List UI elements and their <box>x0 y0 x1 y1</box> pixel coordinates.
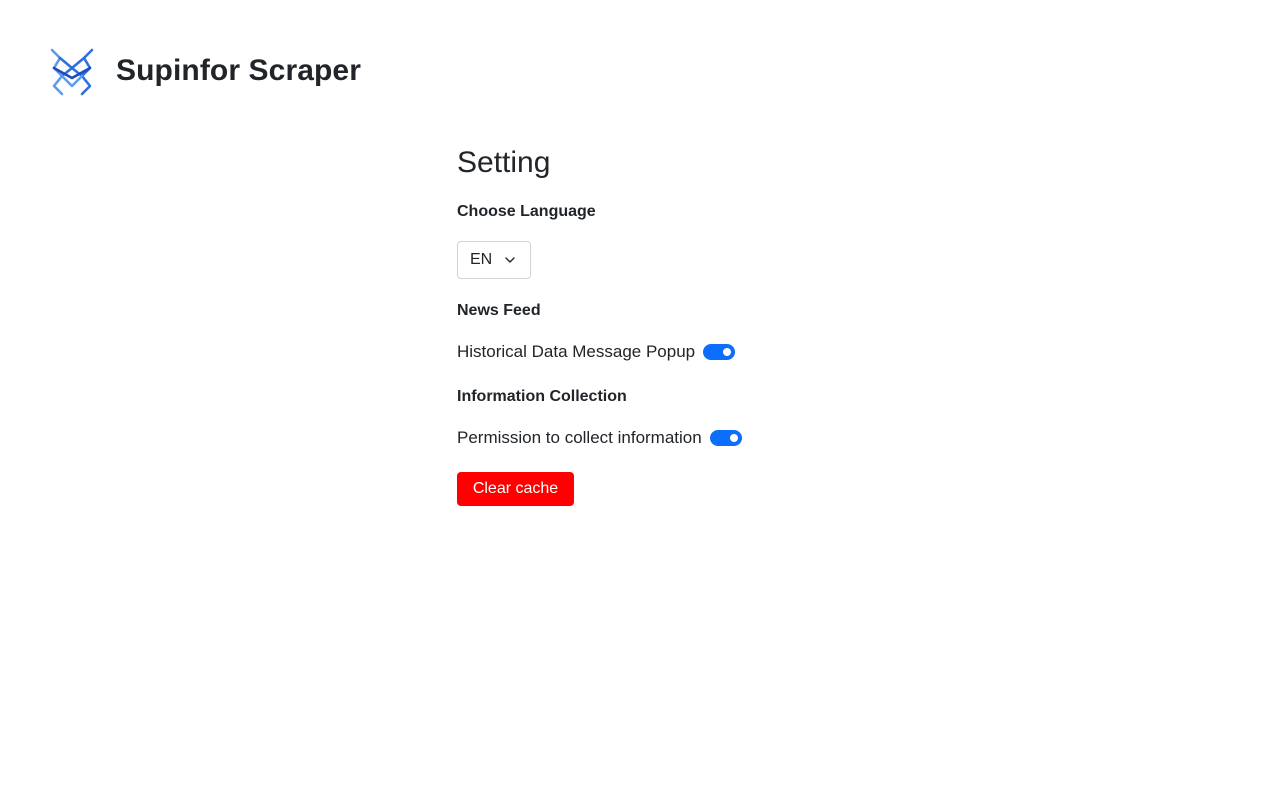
settings-panel: Setting Choose Language EN News Feed His… <box>457 143 857 506</box>
news-feed-section-label: News Feed <box>457 302 541 319</box>
collect-permission-label: Permission to collect information <box>457 428 702 447</box>
spider-icon <box>50 48 94 96</box>
page-title: Setting <box>457 146 551 179</box>
language-section-label: Choose Language <box>457 203 596 220</box>
language-select[interactable]: EN <box>457 241 531 279</box>
chevron-down-icon <box>505 257 515 263</box>
language-select-value: EN <box>470 251 493 268</box>
information-collection-section-label: Information Collection <box>457 388 627 405</box>
toggle-knob <box>723 348 732 356</box>
historical-popup-toggle[interactable] <box>703 344 736 360</box>
toggle-knob <box>729 434 738 442</box>
app-header: Supinfor Scraper <box>50 46 361 96</box>
historical-popup-row: Historical Data Message Popup <box>457 340 857 364</box>
app-title: Supinfor Scraper <box>116 54 361 87</box>
collect-permission-toggle[interactable] <box>709 430 742 446</box>
collect-permission-row: Permission to collect information <box>457 426 857 450</box>
historical-popup-label: Historical Data Message Popup <box>457 342 696 361</box>
clear-cache-button[interactable]: Clear cache <box>457 472 574 506</box>
